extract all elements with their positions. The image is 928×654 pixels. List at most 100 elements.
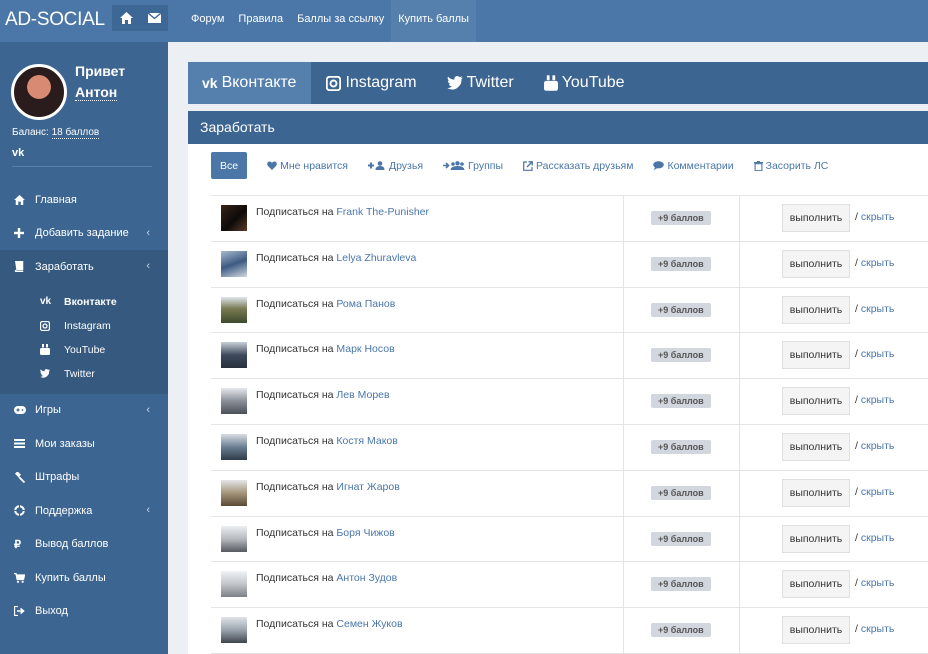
sidebar-item-games[interactable]: Игры ‹ [0,394,168,428]
column-divider [623,379,624,424]
points-badge: +9 баллов [651,577,711,592]
task-text: Подписаться на Игнат Жаров [256,481,400,493]
tab-vkontakte[interactable]: vk Вконтакте [188,62,312,104]
hide-separator: / [855,211,858,223]
vk-profile-link[interactable]: vk [12,147,152,167]
do-task-button[interactable]: выполнить [782,570,850,599]
messages-button[interactable] [140,5,168,31]
task-user-link[interactable]: Марк Носов [336,343,394,355]
tab-twitter[interactable]: Twitter [432,62,529,104]
filter-share[interactable]: Рассказать друзьям [523,152,633,179]
menu-referral[interactable]: Баллы за ссылку [290,0,391,42]
filter-label: Группы [468,159,504,172]
task-user-link[interactable]: Боря Чижов [336,527,394,539]
sidebar-item-my-orders[interactable]: Мои заказы [0,427,168,461]
filter-groups[interactable]: Группы [443,152,503,179]
task-action: Подписаться на [256,389,334,402]
task-user-photo[interactable] [221,525,247,552]
chevron-left-icon: ‹ [146,260,150,272]
submenu-twitter[interactable]: Twitter [0,362,168,386]
do-task-button[interactable]: выполнить [782,524,850,553]
hide-task-link[interactable]: скрыть [861,486,895,498]
menu-rules[interactable]: Правила [231,0,290,42]
home-icon [14,194,25,205]
ruble-icon: ₽ [14,538,21,551]
site-logo[interactable]: AD-SOCIAL [0,0,112,42]
sidebar-item-add-task[interactable]: Добавить задание ‹ [0,217,168,251]
hide-task-link[interactable]: скрыть [861,394,895,406]
filter-likes[interactable]: Мне нравится [267,152,348,179]
filter-comments[interactable]: Комментарии [653,152,734,179]
do-task-button[interactable]: выполнить [782,295,850,324]
menu-buy-points[interactable]: Купить баллы [391,0,476,42]
sidebar-item-buy-points[interactable]: Купить баллы [0,561,168,595]
table-row: Подписаться на Frank The-Punisher +9 балл… [211,196,928,242]
task-text: Подписаться на Семен Жуков [256,618,403,630]
hide-task-link[interactable]: скрыть [861,303,895,315]
tab-label: Instagram [345,74,417,91]
hide-task-link[interactable]: скрыть [861,440,895,452]
task-user-photo[interactable] [221,342,247,369]
do-task-button[interactable]: выполнить [782,387,850,416]
hide-task-link[interactable]: скрыть [861,577,895,589]
submenu-instagram[interactable]: Instagram [0,314,168,338]
lifebuoy-icon [14,505,25,517]
hide-task: / скрыть [855,440,894,452]
do-task-button[interactable]: выполнить [782,432,850,461]
task-user-link[interactable]: Семен Жуков [336,618,402,630]
sidebar-item-label: Игры [35,404,61,417]
task-user-photo[interactable] [221,250,247,277]
do-task-button[interactable]: выполнить [782,616,850,645]
avatar[interactable] [11,64,67,120]
do-task-button[interactable]: выполнить [782,249,850,278]
sidebar-item-label: Вывод баллов [35,538,109,551]
filter-all[interactable]: Все [211,152,248,179]
task-user-photo[interactable] [221,205,247,231]
task-user-link[interactable]: Костя Маков [336,435,397,447]
sidebar-item-logout[interactable]: Выход [0,595,168,629]
filter-friends[interactable]: Друзья [367,152,423,179]
do-task-button[interactable]: выполнить [782,478,850,507]
task-user-link[interactable]: Рома Панов [336,298,395,310]
user-name[interactable]: Антон [75,84,118,101]
task-user-photo[interactable] [221,617,247,644]
task-user-link[interactable]: Frank The-Punisher [336,206,429,218]
sidebar-item-support[interactable]: Поддержка ‹ [0,494,168,528]
points-badge: +9 баллов [651,531,711,546]
home-button[interactable] [112,5,140,31]
hide-task-link[interactable]: скрыть [861,532,895,544]
task-user-link[interactable]: Антон Зудов [336,572,397,584]
hide-task-link[interactable]: скрыть [861,623,895,635]
filter-spam-pm[interactable]: Засорить ЛС [753,152,828,179]
sidebar-item-fines[interactable]: Штрафы [0,461,168,495]
table-row: Подписаться на Антон Зудов +9 баллов выпол… [211,562,928,609]
task-user-link[interactable]: Игнат Жаров [336,481,399,493]
tab-instagram[interactable]: Instagram [311,62,431,104]
column-divider [623,562,624,608]
tab-youtube[interactable]: YouTube [529,62,640,104]
hide-task-link[interactable]: скрыть [861,257,895,269]
submenu-vkontakte[interactable]: vk Вконтакте [0,290,168,314]
task-user-photo[interactable] [221,433,247,460]
hide-task-link[interactable]: скрыть [861,211,895,223]
task-user-photo[interactable] [221,479,247,506]
do-task-button[interactable]: выполнить [782,341,850,370]
menu-forum[interactable]: Форум [184,0,231,42]
hide-separator: / [855,623,858,636]
task-user-photo[interactable] [221,571,247,598]
twitter-icon [446,76,463,90]
task-user-photo[interactable] [221,388,247,415]
column-divider [739,287,740,333]
task-filters: Все Мне нравится Друзья Группы Рассказат… [211,152,848,179]
submenu-youtube[interactable]: YouTube [0,338,168,362]
balance-value[interactable]: 18 баллов [51,127,100,139]
sidebar-item-home[interactable]: Главная [0,183,168,217]
sidebar-item-withdraw[interactable]: ₽ Вывод баллов [0,528,168,562]
hide-task-link[interactable]: скрыть [861,348,895,360]
task-user-link[interactable]: Лев Морев [336,389,389,401]
task-user-photo[interactable] [221,296,247,323]
sidebar-item-earn[interactable]: Заработать ‹ [0,250,168,284]
task-user-link[interactable]: Lelya Zhuravleva [336,252,416,264]
hide-task: / скрыть [855,623,894,635]
do-task-button[interactable]: выполнить [782,204,850,232]
